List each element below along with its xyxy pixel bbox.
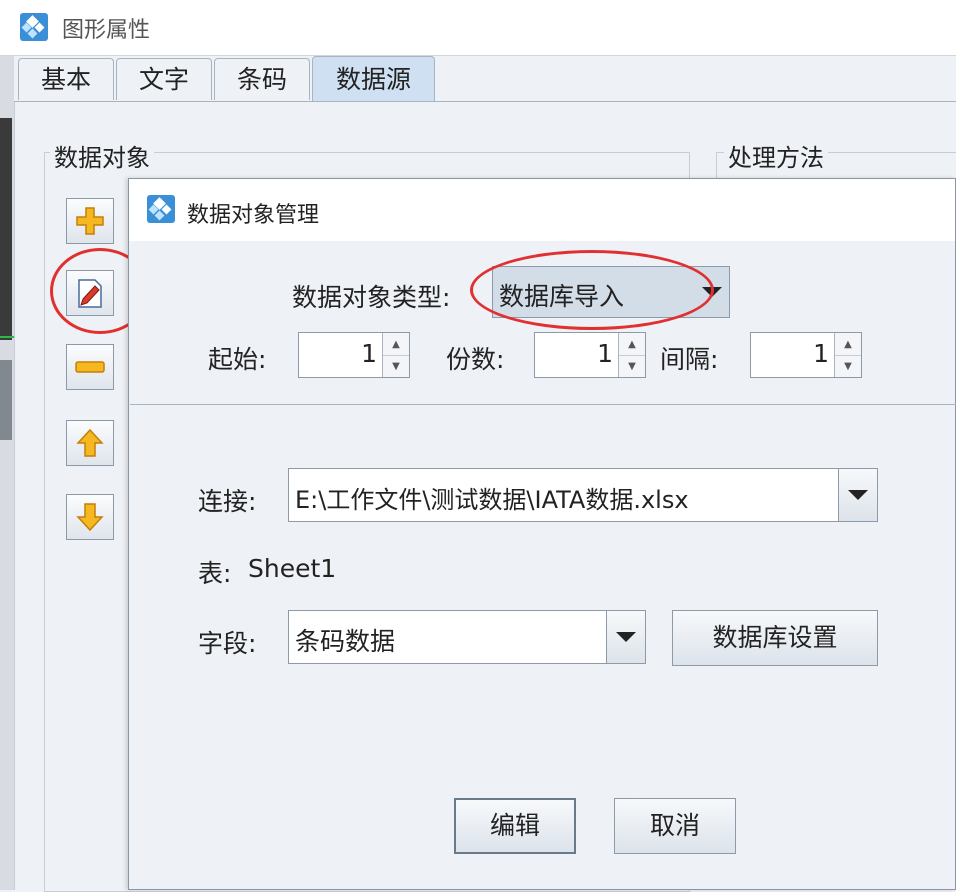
- database-settings-button[interactable]: 数据库设置: [672, 610, 878, 666]
- background-panel: [0, 118, 12, 340]
- cancel-button[interactable]: 取消: [614, 798, 736, 854]
- interval-value: 1: [813, 339, 829, 368]
- field-select[interactable]: 条码数据: [288, 610, 646, 664]
- move-up-icon: [76, 428, 104, 457]
- data-object-type-label: 数据对象类型:: [292, 283, 451, 312]
- spinner-up-icon[interactable]: ▲: [383, 333, 409, 356]
- app-logo-icon: [147, 195, 175, 223]
- interval-spinner[interactable]: 1 ▲ ▼: [750, 332, 862, 378]
- edit-button[interactable]: 编辑: [454, 798, 576, 854]
- tab-datasource[interactable]: 数据源: [312, 56, 435, 102]
- add-data-object-button[interactable]: [66, 198, 114, 244]
- field-value: 条码数据: [295, 627, 396, 656]
- tab-text[interactable]: 文字: [116, 58, 212, 100]
- move-up-button[interactable]: [66, 420, 114, 466]
- connection-select[interactable]: E:\工作文件\测试数据\IATA数据.xlsx: [288, 468, 878, 522]
- move-down-button[interactable]: [66, 494, 114, 540]
- start-value: 1: [361, 339, 377, 368]
- move-down-icon: [76, 503, 104, 532]
- interval-label: 间隔:: [660, 345, 719, 374]
- app-logo-icon: [20, 13, 48, 41]
- background-window-strip: [0, 40, 14, 890]
- add-icon: [76, 207, 104, 235]
- background-panel: [0, 360, 12, 440]
- tab-basic[interactable]: 基本: [18, 58, 114, 100]
- field-label: 字段:: [198, 629, 257, 658]
- connection-value: E:\工作文件\测试数据\IATA数据.xlsx: [295, 486, 689, 514]
- table-label: 表:: [198, 559, 232, 588]
- field-dropdown-button[interactable]: [606, 611, 645, 663]
- spinner-up-icon[interactable]: ▲: [619, 333, 645, 356]
- chevron-down-icon: [616, 632, 636, 642]
- table-value: Sheet1: [248, 554, 337, 583]
- spinner-down-icon[interactable]: ▼: [835, 355, 861, 377]
- dialog-title: 数据对象管理: [187, 203, 320, 228]
- dialog-titlebar: 数据对象管理: [129, 179, 955, 241]
- window-title: 图形属性: [62, 18, 151, 43]
- data-object-group-label: 数据对象: [50, 138, 154, 173]
- connection-label: 连接:: [198, 487, 257, 516]
- start-label: 起始:: [208, 345, 267, 374]
- spinner-up-icon[interactable]: ▲: [835, 333, 861, 356]
- start-spinner[interactable]: 1 ▲ ▼: [298, 332, 410, 378]
- copies-spinner[interactable]: 1 ▲ ▼: [534, 332, 646, 378]
- remove-data-object-button[interactable]: [66, 344, 114, 390]
- tab-barcode[interactable]: 条码: [214, 58, 310, 100]
- chevron-down-icon: [848, 490, 868, 500]
- window-titlebar: 图形属性: [0, 0, 956, 56]
- processing-group-label: 处理方法: [724, 138, 828, 173]
- background-line: [0, 336, 14, 338]
- connection-dropdown-button[interactable]: [838, 469, 877, 521]
- dialog-separator: [130, 404, 956, 405]
- remove-icon: [75, 361, 105, 373]
- copies-label: 份数:: [446, 345, 505, 374]
- spinner-down-icon[interactable]: ▼: [383, 355, 409, 377]
- highlight-circle: [470, 250, 714, 330]
- spinner-down-icon[interactable]: ▼: [619, 355, 645, 377]
- copies-value: 1: [597, 339, 613, 368]
